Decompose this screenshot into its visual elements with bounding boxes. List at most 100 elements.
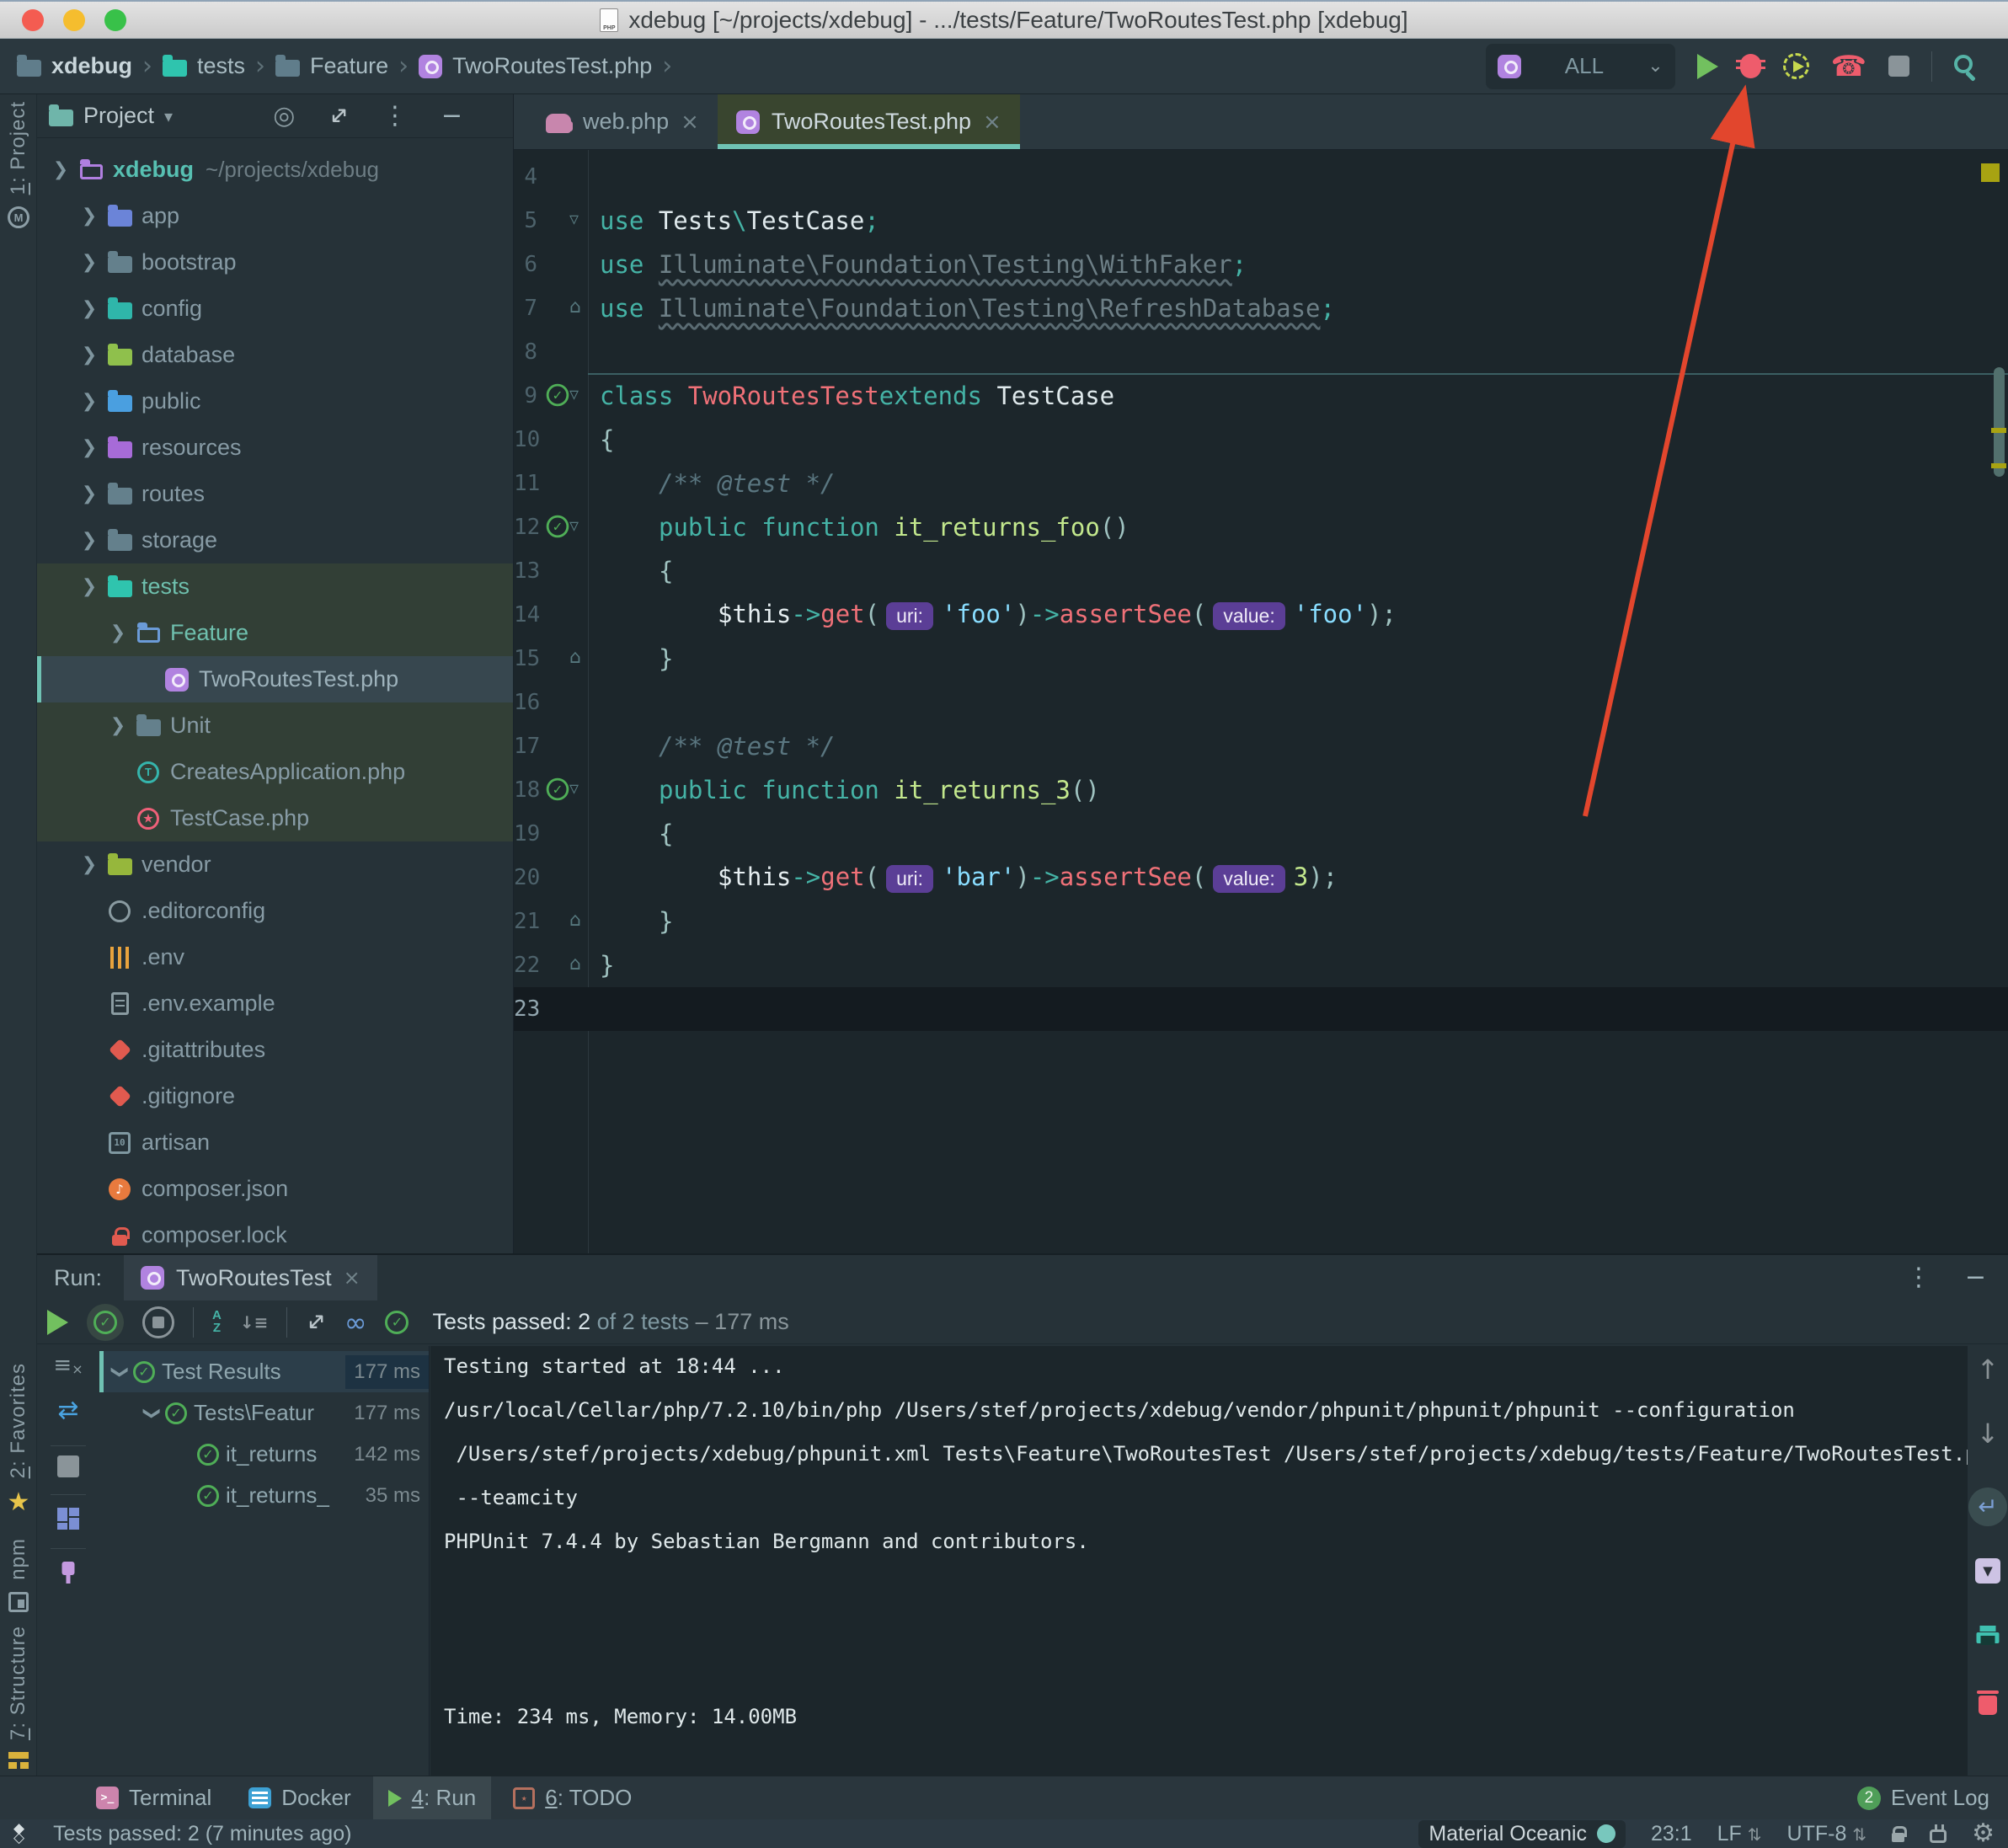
code-line-14[interactable]: 14$this->get(uri:'foo')->assertSee(value… <box>514 593 2008 637</box>
code-line-5[interactable]: 5▿use Tests\TestCase; <box>514 199 2008 243</box>
chevron-closed-icon[interactable]: ❯ <box>76 854 103 875</box>
stop-listening-phone-icon[interactable]: ☎ <box>1831 52 1866 81</box>
show-passed-toggle[interactable]: ✓ <box>87 1304 124 1341</box>
project-tree-item-public[interactable]: ❯public <box>37 378 513 425</box>
line-number[interactable]: 15 <box>514 646 544 671</box>
project-tree-item-bootstrap[interactable]: ❯bootstrap <box>37 239 513 286</box>
fold-marker-icon[interactable]: ▿ <box>569 209 579 230</box>
close-icon[interactable]: × <box>983 109 1001 135</box>
line-number[interactable]: 6 <box>514 252 544 277</box>
hide-panel-icon[interactable]: − <box>441 104 462 129</box>
close-icon[interactable]: × <box>344 1266 360 1290</box>
chevron-closed-icon[interactable]: ❯ <box>76 391 103 412</box>
project-tree-item-.env.example[interactable]: .env.example <box>37 980 513 1027</box>
line-number[interactable]: 11 <box>514 471 544 496</box>
project-tree-item-routes[interactable]: ❯routes <box>37 471 513 517</box>
lock-icon[interactable] <box>1892 1833 1904 1842</box>
options-kebab-icon[interactable]: ⋮ <box>1906 1265 1931 1290</box>
code-line-19[interactable]: 19{ <box>514 812 2008 856</box>
hide-panel-icon[interactable]: − <box>1965 1265 1986 1290</box>
code-area[interactable]: 45▿use Tests\TestCase;6use Illuminate\Fo… <box>514 150 2008 1253</box>
project-tree-item-database[interactable]: ❯database <box>37 332 513 378</box>
code-line-4[interactable]: 4 <box>514 155 2008 199</box>
run-with-coverage-button[interactable] <box>1783 53 1809 79</box>
code-line-15[interactable]: 15⌂} <box>514 637 2008 681</box>
code-line-16[interactable]: 16 <box>514 681 2008 724</box>
zoom-window-button[interactable] <box>104 9 126 31</box>
up-arrow-icon[interactable]: ↑ <box>1977 1356 2000 1383</box>
layout-icon[interactable] <box>57 1508 79 1530</box>
code-line-20[interactable]: 20$this->get(uri:'bar')->assertSee(value… <box>514 856 2008 900</box>
chevron-closed-icon[interactable]: ❯ <box>76 344 103 366</box>
editor-tab-TwoRoutesTest.php[interactable]: TwoRoutesTest.php× <box>718 94 1020 149</box>
caret-position[interactable]: 23:1 <box>1651 1822 1692 1846</box>
chevron-closed-icon[interactable]: ❯ <box>76 483 103 505</box>
run-configuration-select[interactable]: ALL ⌄ <box>1486 44 1675 89</box>
line-number[interactable]: 22 <box>514 953 544 978</box>
toolwindow-quick-access-icon[interactable]: ◆◇ <box>13 1824 24 1842</box>
line-number[interactable]: 13 <box>514 558 544 584</box>
code-line-11[interactable]: 11/** @test */ <box>514 462 2008 505</box>
project-tree-item-xdebug[interactable]: ❯xdebug~/projects/xdebug <box>37 147 513 193</box>
line-number[interactable]: 9 <box>514 383 544 409</box>
fold-marker-icon[interactable]: ▿ <box>569 515 579 537</box>
options-kebab-icon[interactable]: ⋮ <box>382 104 408 129</box>
code-line-13[interactable]: 13{ <box>514 549 2008 593</box>
gear-icon[interactable]: ⚙ <box>1972 1821 1995 1846</box>
test-passed-gutter-icon[interactable]: ✓ <box>547 515 569 538</box>
suspend-icon[interactable] <box>57 1455 79 1477</box>
line-number[interactable]: 12 <box>514 515 544 540</box>
project-tree-item-composer.json[interactable]: ♪composer.json <box>37 1166 513 1212</box>
chevron-closed-icon[interactable]: ❯ <box>76 206 103 227</box>
print-icon[interactable] <box>1977 1632 2000 1643</box>
chevron-open-icon[interactable]: ❯ <box>47 159 74 180</box>
run-tab[interactable]: TwoRoutesTest × <box>124 1255 377 1301</box>
line-number[interactable]: 16 <box>514 690 544 715</box>
fold-marker-icon[interactable]: ⌂ <box>569 953 581 975</box>
sidebar-item-project[interactable]: 1: Project M <box>0 101 37 228</box>
project-tree-item-.gitattributes[interactable]: .gitattributes <box>37 1027 513 1073</box>
clear-console-icon[interactable] <box>1979 1696 1997 1715</box>
breadcrumb-xdebug[interactable]: xdebug <box>51 53 132 79</box>
collapse-all-icon[interactable]: ↕ <box>323 100 354 131</box>
rerun-tests-button[interactable] <box>47 1310 68 1335</box>
sort-alphabetically-icon[interactable]: AZ <box>212 1310 222 1334</box>
line-number[interactable]: 23 <box>514 996 544 1022</box>
test-result-it_returns_[interactable]: ✓it_returns_35 ms <box>99 1475 429 1516</box>
chevron-down-icon[interactable]: ▾ <box>164 108 173 125</box>
project-tree-item-config[interactable]: ❯config <box>37 286 513 332</box>
line-number[interactable]: 8 <box>514 339 544 365</box>
fold-marker-icon[interactable]: ▿ <box>569 778 579 799</box>
project-tree-item-TwoRoutesTest.php[interactable]: TwoRoutesTest.php <box>37 656 513 702</box>
breadcrumb-tests[interactable]: tests <box>197 53 245 79</box>
run-button[interactable] <box>1697 54 1718 79</box>
project-tree-item-composer.lock[interactable]: composer.lock <box>37 1212 513 1253</box>
toolwindow-terminal[interactable]: >_ Terminal <box>81 1776 227 1820</box>
project-tree-item-artisan[interactable]: 10artisan <box>37 1119 513 1166</box>
code-line-6[interactable]: 6use Illuminate\Foundation\Testing\WithF… <box>514 243 2008 286</box>
chevron-open-icon[interactable]: ❯ <box>76 576 103 597</box>
minimize-window-button[interactable] <box>63 9 85 31</box>
scroll-to-end-icon[interactable]: ▼ <box>1975 1558 2000 1584</box>
warning-stripe-mark[interactable] <box>1991 463 2006 468</box>
sort-by-duration-icon[interactable]: ↓≡ <box>240 1312 269 1333</box>
line-number[interactable]: 21 <box>514 909 544 934</box>
stop-button[interactable] <box>1888 56 1909 77</box>
project-tree-item-resources[interactable]: ❯resources <box>37 425 513 471</box>
code-line-8[interactable]: 8 <box>514 330 2008 374</box>
fold-marker-icon[interactable]: ▿ <box>569 384 579 405</box>
project-tree-item-tests[interactable]: ❯tests <box>37 563 513 610</box>
material-theme-icon[interactable] <box>1930 1829 1947 1843</box>
test-console[interactable]: Testing started at 18:44 .../usr/local/C… <box>430 1346 1968 1776</box>
event-log-button[interactable]: 2 Event Log <box>1857 1785 2008 1811</box>
project-tree-item-CreatesApplication.php[interactable]: TCreatesApplication.php <box>37 749 513 795</box>
code-line-12[interactable]: 12✓▿public function it_returns_foo() <box>514 505 2008 549</box>
import-test-results-icon[interactable]: ⇄ <box>57 1398 78 1423</box>
locate-file-icon[interactable]: ◎ <box>273 104 295 129</box>
theme-indicator[interactable]: Material Oceanic <box>1418 1820 1626 1848</box>
line-ending-select[interactable]: LF ⇅ <box>1717 1822 1762 1846</box>
chevron-closed-icon[interactable]: ❯ <box>76 298 103 319</box>
project-tree-item-storage[interactable]: ❯storage <box>37 517 513 563</box>
line-number[interactable]: 17 <box>514 734 544 759</box>
line-number[interactable]: 14 <box>514 602 544 628</box>
